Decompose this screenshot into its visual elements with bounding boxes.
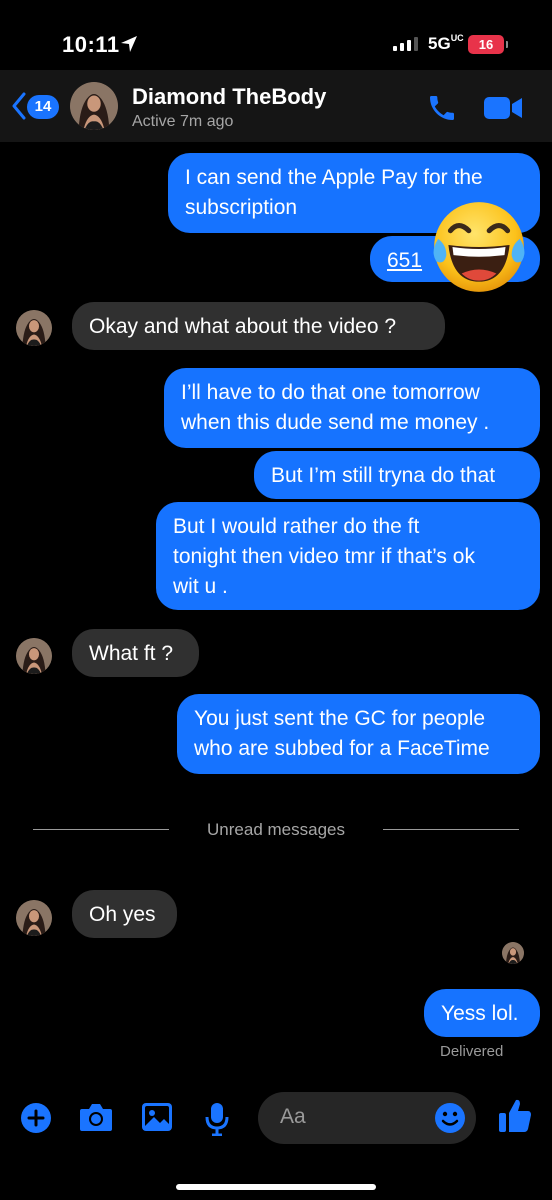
delivered-status: Delivered [440,1043,504,1060]
message-bubble-outgoing[interactable]: You just sent the GC for people who are … [177,694,540,774]
contact-avatar[interactable] [70,82,118,130]
location-arrow-icon [120,35,138,58]
thumbs-up-icon[interactable] [498,1098,532,1139]
microphone-icon[interactable] [204,1102,230,1141]
message-text: who are subbed for a FaceTime [194,737,490,760]
phone-icon[interactable] [426,92,458,129]
battery-indicator: 16 [468,35,508,54]
message-text: I can send the Apple Pay for the [185,166,483,189]
network-indicator: 5GUC [428,33,464,54]
message-text: I’ll have to do that one tomorrow [181,381,480,404]
message-bubble-outgoing[interactable]: Yess lol. [424,989,540,1037]
image-icon[interactable] [141,1102,173,1137]
camera-icon[interactable] [79,1102,113,1137]
contact-avatar-small[interactable] [16,638,52,674]
message-bubble-incoming[interactable]: Oh yes [72,890,177,938]
status-time: 10:11 [62,32,120,57]
smiley-icon[interactable] [434,1102,466,1139]
message-text: You just sent the GC for people [194,707,486,730]
message-bubble-incoming[interactable]: Okay and what about the video ? [72,302,445,350]
message-bubble-outgoing[interactable]: But I’m still tryna do that [254,451,540,499]
laughing-crying-emoji [433,202,525,292]
back-chevron-icon[interactable] [12,92,26,125]
contact-avatar-small[interactable] [16,310,52,346]
home-indicator [176,1184,376,1190]
active-status: Active 7m ago [132,113,234,130]
status-bar: 10:11 5GUC 16 [0,0,552,70]
message-text: wit u . [173,575,228,598]
message-bubble-incoming[interactable]: What ft ? [72,629,199,677]
message-input[interactable]: Aa [258,1092,476,1144]
contact-name[interactable]: Diamond TheBody [132,84,326,110]
signal-bars-icon [393,36,418,51]
divider-line [383,829,519,830]
message-text: tonight then video tmr if that’s ok [173,545,475,568]
plus-icon[interactable] [20,1102,52,1139]
message-link[interactable]: 651 [387,249,422,272]
message-input-placeholder: Aa [280,1105,306,1128]
seen-receipt-avatar [502,942,524,964]
video-camera-icon[interactable] [484,95,522,126]
message-bubble-outgoing[interactable]: But I would rather do the ft tonight the… [156,502,540,610]
message-text: But I would rather do the ft [173,515,420,538]
unread-messages-label: Unread messages [207,820,345,839]
conversation-header: 14 Diamond TheBody Active 7m ago [0,70,552,142]
contact-avatar-small[interactable] [16,900,52,936]
message-bubble-outgoing[interactable]: I’ll have to do that one tomorrow when t… [164,368,540,448]
message-composer: Aa [0,1088,552,1148]
message-text: when this dude send me money . [181,411,490,434]
unread-count-badge[interactable]: 14 [27,95,59,119]
